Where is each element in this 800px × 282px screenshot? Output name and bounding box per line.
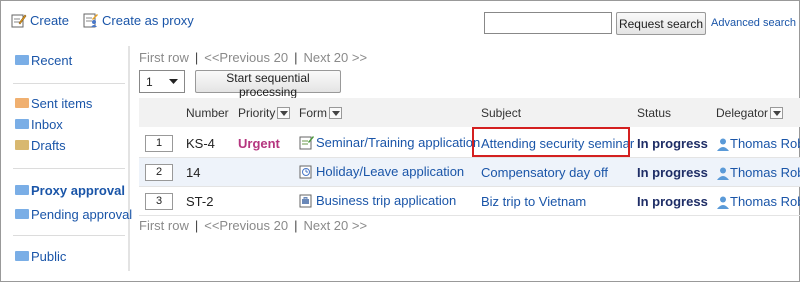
request-number: KS-4 (186, 136, 215, 151)
status-text: In progress (637, 165, 708, 180)
row-divider (139, 215, 800, 216)
column-header-label: Number (186, 106, 229, 120)
row-number-button[interactable]: 1 (145, 135, 173, 152)
form-link[interactable]: Seminar/Training application (299, 135, 480, 150)
sidebar-item-inbox[interactable]: Inbox (15, 117, 63, 132)
status-text: In progress (637, 194, 708, 209)
create-proxy-label: Create as proxy (102, 13, 194, 28)
folder-icon (15, 118, 29, 129)
seminar-form-icon (299, 136, 314, 150)
column-header-form: Form (299, 106, 342, 120)
user-icon (717, 196, 729, 209)
column-header-delegator: Delegator (716, 106, 784, 120)
column-header-label: Delegator (716, 106, 769, 120)
form-name: Seminar/Training application (316, 135, 481, 150)
pager-separator: | (294, 218, 298, 233)
batch-count-value: 1 (146, 74, 153, 89)
column-header-label: Form (299, 106, 327, 120)
column-header-label: Status (637, 106, 672, 120)
advanced-search-link[interactable]: Advanced search (711, 17, 796, 29)
subject-link[interactable]: Compensatory day off (481, 165, 608, 180)
sidebar-item-label: Recent (31, 53, 73, 68)
user-icon (717, 138, 729, 151)
pager-separator: | (194, 50, 199, 65)
folder-icon (15, 208, 29, 219)
pager-previous: <<Previous 20 (204, 50, 289, 65)
delegator-link[interactable]: Thomas Rob (716, 165, 800, 180)
subject-link[interactable]: Biz trip to Vietnam (481, 194, 586, 209)
row-number-button[interactable]: 2 (145, 164, 173, 181)
search-input[interactable] (484, 12, 612, 34)
form-name: Holiday/Leave application (316, 164, 465, 179)
sidebar-item-pending-approval[interactable]: Pending approval (15, 207, 132, 222)
pager-separator: | (194, 218, 199, 233)
sidebar-item-label: Proxy approval (31, 183, 125, 198)
form-link[interactable]: Business trip application (299, 193, 456, 208)
column-header-label: Subject (481, 106, 522, 120)
pager-top: First row | <<Previous 20 | Next 20 >> (139, 50, 373, 65)
column-header-subject: Subject (481, 106, 521, 120)
pager-bottom: First row | <<Previous 20 | Next 20 >> (139, 218, 373, 233)
form-link[interactable]: Holiday/Leave application (299, 164, 464, 179)
sidebar-divider (128, 46, 130, 271)
column-header-label: Priority (238, 106, 276, 120)
folder-icon (15, 54, 29, 65)
sidebar-item-label: Public (31, 249, 67, 264)
request-number: 14 (186, 165, 201, 180)
folder-icon (15, 97, 29, 108)
holiday-form-icon (299, 165, 312, 179)
status-text: In progress (637, 136, 708, 151)
delegator-name: Thomas Rob (730, 136, 800, 151)
delegator-link[interactable]: Thomas Rob (716, 194, 800, 209)
sidebar-item-public[interactable]: Public (15, 249, 66, 264)
pager-first: First row (139, 218, 189, 233)
sidebar-item-label: Sent items (31, 96, 93, 111)
toolbar: Create Create as proxy (11, 13, 208, 28)
batch-count-select[interactable]: 1 (139, 70, 185, 93)
create-button[interactable]: Create (11, 13, 69, 28)
start-sequential-processing-button[interactable]: Start sequential processing (195, 70, 341, 99)
chevron-down-icon (169, 78, 178, 84)
folder-icon (15, 184, 29, 195)
column-header-status: Status (637, 106, 671, 120)
form-name: Business trip application (316, 193, 457, 208)
request-number: ST-2 (186, 194, 214, 209)
pager-previous: <<Previous 20 (204, 218, 289, 233)
pager-next: Next 20 >> (303, 50, 368, 65)
pager-separator: | (294, 50, 298, 65)
sort-dropdown-icon[interactable] (329, 107, 342, 119)
sidebar-item-label: Inbox (31, 117, 63, 132)
sidebar-item-label: Drafts (31, 138, 66, 153)
sidebar-item-drafts[interactable]: Drafts (15, 138, 66, 153)
create-label: Create (30, 13, 70, 28)
subject-highlight-box (472, 127, 630, 157)
pager-first: First row (139, 50, 189, 65)
request-search-button[interactable]: Request search (616, 12, 706, 35)
column-header-number: Number (186, 106, 229, 120)
sidebar-separator (13, 83, 125, 84)
delegator-link[interactable]: Thomas Rob (716, 136, 800, 151)
business-trip-form-icon (299, 194, 312, 208)
folder-icon (15, 139, 29, 150)
folder-icon (15, 250, 29, 261)
workflow-window: Create Create as proxy Request search Ad… (0, 0, 800, 282)
sidebar-item-proxy-approval[interactable]: Proxy approval (15, 183, 125, 198)
create-proxy-icon (83, 13, 99, 28)
sidebar-item-label: Pending approval (31, 207, 133, 222)
sidebar-item-recent[interactable]: Recent (15, 53, 72, 68)
create-icon (11, 14, 27, 28)
delegator-name: Thomas Rob (730, 165, 800, 180)
pager-next: Next 20 >> (303, 218, 368, 233)
sort-dropdown-icon[interactable] (277, 107, 291, 119)
column-header-priority: Priority (238, 106, 291, 120)
delegator-name: Thomas Rob (730, 194, 800, 209)
sidebar-item-sent-items[interactable]: Sent items (15, 96, 92, 111)
user-icon (717, 167, 729, 180)
priority-badge: Urgent (238, 136, 280, 151)
create-as-proxy-button[interactable]: Create as proxy (83, 13, 194, 28)
sort-dropdown-icon[interactable] (770, 107, 784, 119)
sidebar-separator (13, 168, 125, 169)
row-number-button[interactable]: 3 (145, 193, 173, 210)
sidebar-separator (13, 235, 125, 236)
